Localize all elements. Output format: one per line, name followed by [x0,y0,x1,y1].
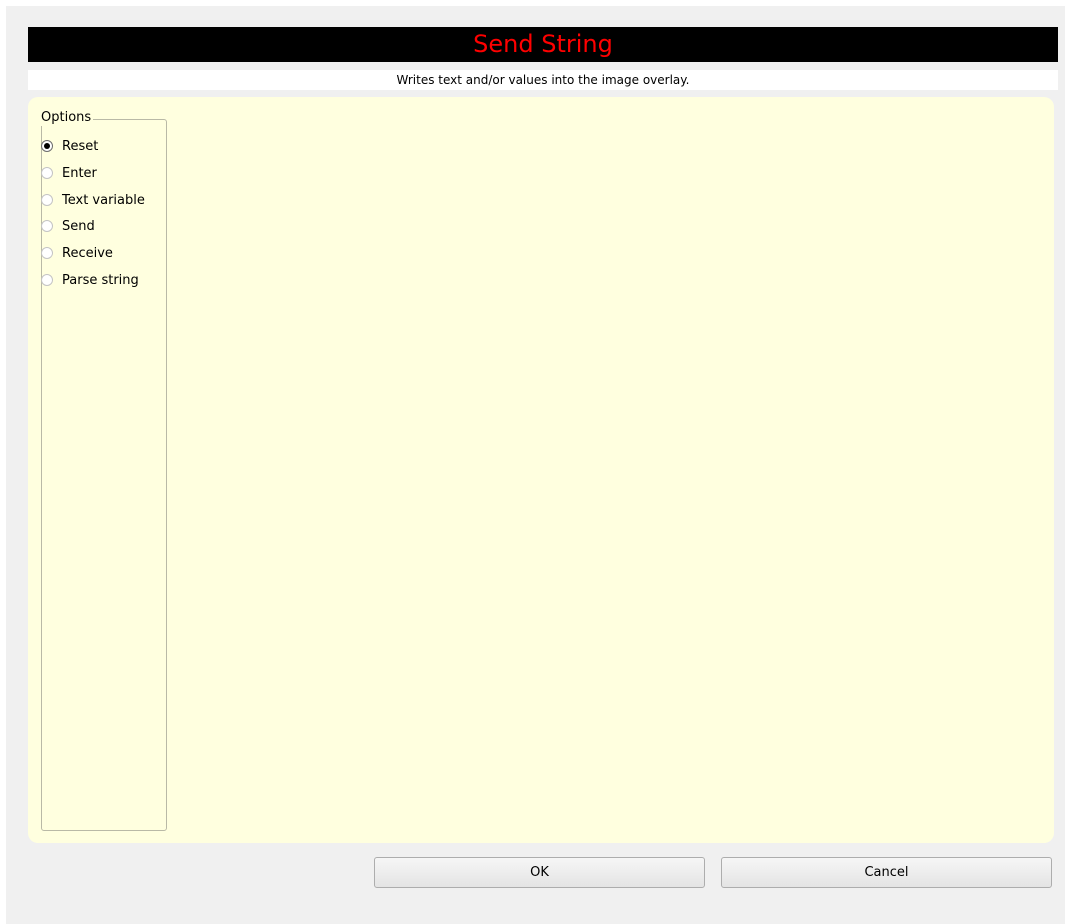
radio-option-parse-string[interactable]: Parse string [41,270,139,290]
main-panel: Options Reset Enter Text variable Send R… [28,97,1054,843]
radio-label: Send [62,218,95,234]
radio-button[interactable] [41,167,53,179]
radio-option-receive[interactable]: Receive [41,243,113,263]
dialog: Send String Writes text and/or values in… [6,6,1065,924]
radio-button-checked[interactable] [41,140,53,152]
radio-option-enter[interactable]: Enter [41,163,97,183]
dialog-title: Send String [28,27,1058,62]
ok-button[interactable]: OK [374,857,705,888]
radio-label: Reset [62,138,99,154]
radio-label: Parse string [62,272,139,288]
radio-button[interactable] [41,194,53,206]
cancel-button[interactable]: Cancel [721,857,1052,888]
radio-option-send[interactable]: Send [41,216,95,236]
radio-label: Enter [62,165,97,181]
radio-option-text-variable[interactable]: Text variable [41,190,145,210]
radio-label: Text variable [62,192,145,208]
radio-button[interactable] [41,274,53,286]
dialog-description: Writes text and/or values into the image… [28,70,1058,90]
radio-label: Receive [62,245,113,261]
radio-button[interactable] [41,247,53,259]
options-legend: Options [39,110,94,126]
radio-option-reset[interactable]: Reset [41,136,98,156]
radio-button[interactable] [41,220,53,232]
